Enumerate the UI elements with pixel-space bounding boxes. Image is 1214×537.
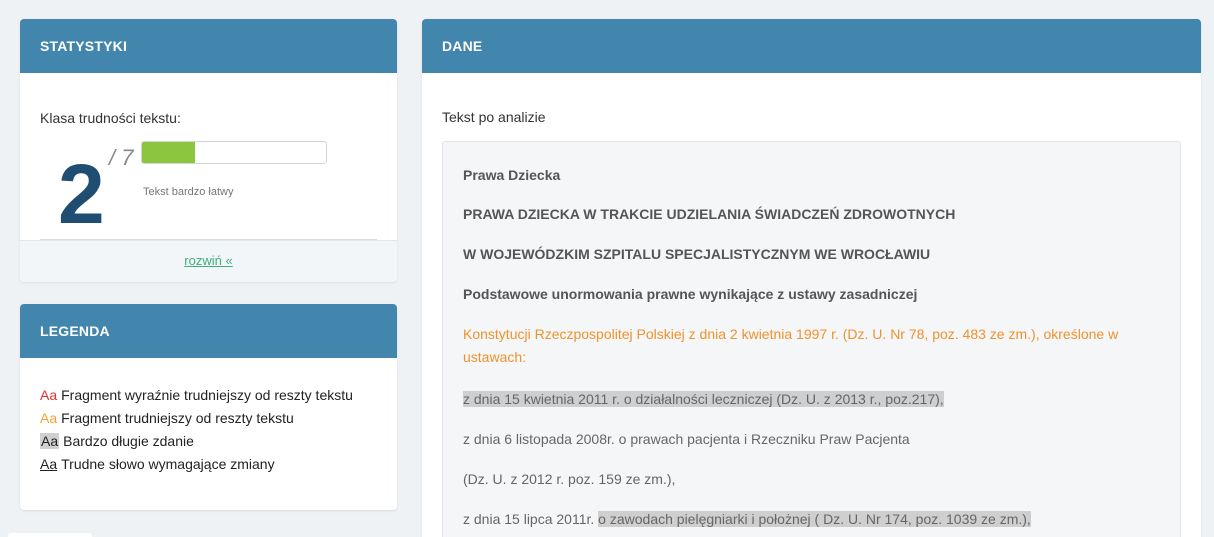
difficulty-description: Tekst bardzo łatwy bbox=[143, 186, 234, 198]
stats-panel: STATYSTYKI Klasa trudności tekstu: 2 / 7… bbox=[20, 19, 397, 282]
text-fragment: (Dz. U. z 2012 r. poz. 159 ze zm.), bbox=[463, 471, 676, 487]
bottom-tab bbox=[8, 533, 92, 537]
difficulty-progress-bar bbox=[141, 141, 327, 164]
legend-list: Aa Fragment wyraźnie trudniejszy od reszt… bbox=[40, 384, 353, 476]
analyzed-text-label: Tekst po analizie bbox=[442, 109, 546, 125]
text-heading: PRAWA DZIECKA W TRAKCIE UDZIELANIA ŚWIAD… bbox=[463, 206, 956, 222]
difficulty-label: Klasa trudności tekstu: bbox=[40, 110, 181, 126]
dane-panel: DANE Tekst po analizie Prawa Dziecka PRA… bbox=[422, 19, 1201, 537]
legend-sample-underline: Aa bbox=[40, 456, 58, 472]
text-heading: Podstawowe unormowania prawne wynikające… bbox=[463, 286, 918, 302]
stats-footer: rozwiń « bbox=[20, 240, 397, 282]
legend-sample-red: Aa bbox=[40, 387, 58, 403]
text-plain: z dnia 15 lipca 2011r. bbox=[463, 511, 595, 527]
stats-header: STATYSTYKI bbox=[20, 19, 397, 73]
analyzed-text-box: Prawa Dziecka PRAWA DZIECKA W TRAKCIE UD… bbox=[442, 141, 1181, 537]
legend-label: Trudne słowo wymagające zmiany bbox=[61, 456, 275, 472]
text-fragment: z dnia 6 listopada 2008r. o prawach pacj… bbox=[463, 431, 910, 447]
legend-header: LEGENDA bbox=[20, 304, 397, 358]
difficulty-progress-fill bbox=[142, 142, 195, 163]
text-heading: W WOJEWÓDZKIM SZPITALU SPECJALISTYCZNYM … bbox=[463, 246, 931, 262]
text-heading: Prawa Dziecka bbox=[463, 167, 561, 183]
difficulty-max: / 7 bbox=[109, 145, 134, 170]
difficulty-score: 2 bbox=[58, 147, 105, 241]
text-long-sentence: z dnia 15 kwietnia 2011 r. o działalnośc… bbox=[463, 391, 944, 407]
legend-sample-highlight: Aa bbox=[40, 433, 60, 449]
legend-item: Aa Trudne słowo wymagające zmiany bbox=[40, 453, 353, 476]
text-fragment: z dnia 15 lipca 2011r. o zawodach pielęg… bbox=[463, 511, 1031, 527]
legend-label: Fragment trudniejszy od reszty tekstu bbox=[61, 410, 294, 426]
text-long-sentence: o zawodach pielęgniarki i położnej ( Dz.… bbox=[598, 511, 1031, 527]
dane-header: DANE bbox=[422, 19, 1201, 73]
legend-item: Aa Fragment trudniejszy od reszty tekstu bbox=[40, 407, 353, 430]
legend-item: Aa Bardzo długie zdanie bbox=[40, 430, 353, 453]
legend-panel: LEGENDA Aa Fragment wyraźnie trudniejszy … bbox=[20, 304, 397, 510]
legend-label: Bardzo długie zdanie bbox=[63, 433, 194, 449]
text-fragment-difficult: Konstytucji Rzeczpospolitej Polskiej z d… bbox=[463, 326, 1119, 365]
legend-item: Aa Fragment wyraźnie trudniejszy od reszt… bbox=[40, 384, 353, 407]
legend-label: Fragment wyraźnie trudniejszy od reszty … bbox=[61, 387, 353, 403]
expand-link[interactable]: rozwiń « bbox=[184, 253, 232, 268]
legend-sample-orange: Aa bbox=[40, 410, 58, 426]
text-fragment: z dnia 15 kwietnia 2011 r. o działalnośc… bbox=[463, 391, 944, 407]
